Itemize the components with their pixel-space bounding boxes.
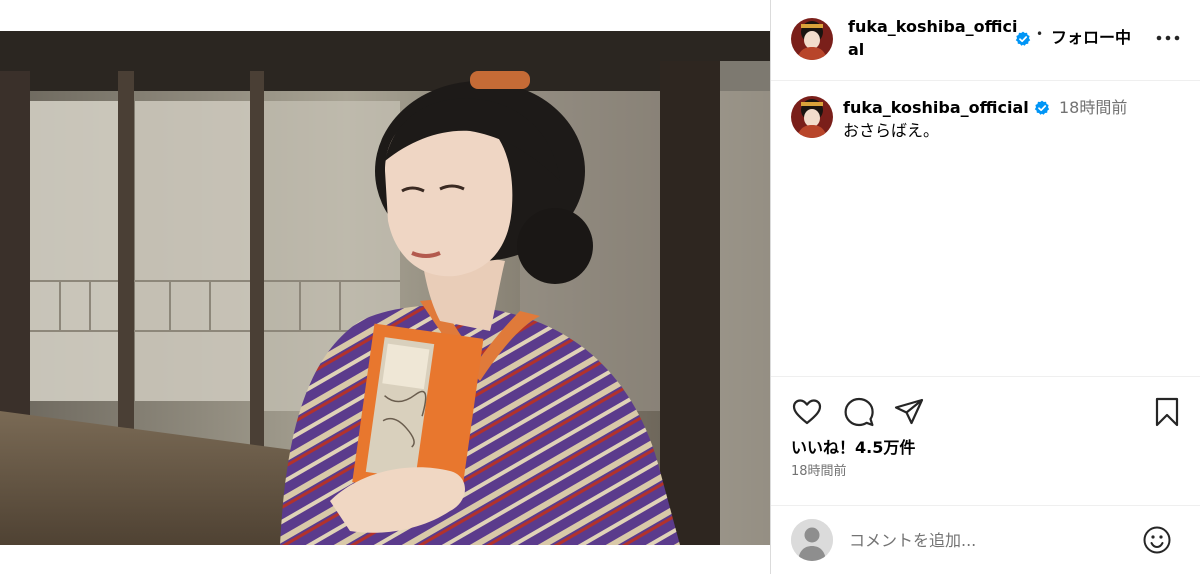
header-separator: •	[1036, 27, 1044, 41]
caption-text: おさらばえ。	[843, 121, 940, 140]
add-comment-bar	[771, 505, 1200, 574]
comment-bubble-icon[interactable]	[843, 396, 875, 428]
action-bar: いいね！4.5万件 18時間前	[771, 376, 1200, 496]
caption-avatar-image	[791, 96, 833, 138]
paper-plane-icon[interactable]	[893, 396, 925, 428]
comment-input[interactable]	[849, 527, 1109, 553]
following-button[interactable]: フォロー中	[1051, 27, 1131, 49]
verified-badge-icon	[1034, 100, 1050, 116]
post-details-panel: fuka_koshiba_official • フォロー中 fuka_koshi…	[771, 0, 1200, 574]
header-username[interactable]: fuka_koshiba_official	[848, 15, 1028, 61]
caption-avatar[interactable]	[791, 96, 833, 138]
bookmark-icon[interactable]	[1151, 396, 1183, 428]
current-user-avatar	[791, 519, 833, 561]
smiley-icon[interactable]	[1141, 524, 1173, 556]
photo-illustration	[0, 31, 770, 545]
caption-username[interactable]: fuka_koshiba_official	[843, 97, 1029, 119]
likes-count[interactable]: いいね！4.5万件	[791, 437, 915, 459]
media-pane	[0, 0, 770, 574]
author-avatar[interactable]	[791, 18, 833, 60]
more-options-icon[interactable]	[1155, 29, 1181, 47]
caption-timestamp[interactable]: 18時間前	[1059, 97, 1127, 119]
author-avatar-image	[791, 18, 833, 60]
post-photo[interactable]	[0, 31, 770, 545]
post-date[interactable]: 18時間前	[791, 463, 847, 481]
heart-icon[interactable]	[791, 396, 823, 428]
default-user-icon	[791, 519, 833, 561]
instagram-post-view: fuka_koshiba_official • フォロー中 fuka_koshi…	[0, 0, 1200, 574]
verified-badge-icon	[1015, 31, 1031, 47]
post-header: fuka_koshiba_official • フォロー中	[771, 0, 1200, 81]
